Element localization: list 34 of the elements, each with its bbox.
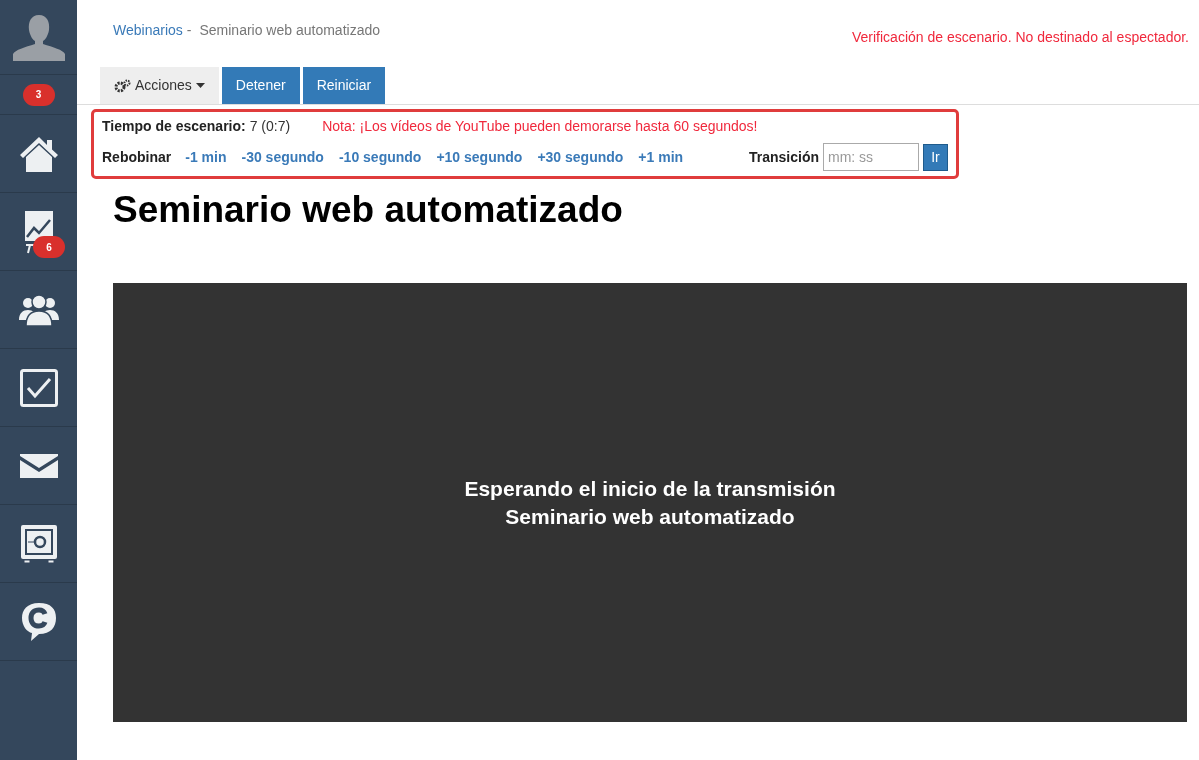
player-message: Esperando el inicio de la transmisión Seminario web automatizado — [464, 475, 836, 530]
users-icon — [18, 293, 59, 326]
rewind-label: Rebobinar — [102, 147, 172, 167]
breadcrumb-separator: - — [186, 20, 192, 40]
actions-dropdown[interactable]: Acciones — [100, 67, 219, 104]
breadcrumb-link[interactable]: Webinarios — [113, 19, 183, 41]
toolbar-button[interactable]: Reiniciar — [302, 67, 386, 104]
transition-label: Transición — [748, 147, 819, 167]
seek-link[interactable]: -30 segundo — [241, 146, 324, 168]
toolbar-button[interactable]: Detener — [221, 67, 300, 104]
checkbox-icon — [19, 368, 58, 407]
count-badge: 3 — [22, 83, 55, 106]
time-input[interactable]: mm: ss — [823, 143, 919, 171]
time-value: 7 (0:7) — [249, 117, 291, 136]
mail-icon — [19, 453, 58, 478]
count-badge: 6 — [33, 236, 65, 258]
avatar-icon — [12, 13, 65, 61]
caret-icon — [195, 83, 205, 88]
seek-link[interactable]: +10 segundo — [436, 146, 523, 168]
warning-text: Verificación de escenario. No destinado al espectador. — [852, 28, 1189, 47]
seek-link[interactable]: +1 min — [638, 146, 684, 168]
note-text: Nota: ¡Los vídeos de YouTube pueden demorarse hasta 60 segundos! — [322, 117, 758, 136]
seek-link[interactable]: -1 min — [185, 146, 227, 168]
sidebar-item[interactable]: 6 — [0, 193, 77, 271]
seek-link[interactable]: -10 segundo — [338, 146, 422, 168]
page-title: Seminario web automatizado — [113, 188, 624, 232]
breadcrumb-current: Seminario web automatizado — [199, 20, 380, 40]
seek-link[interactable]: +30 segundo — [537, 146, 624, 168]
gears-icon — [114, 78, 131, 93]
go-button[interactable]: Ir — [923, 143, 948, 171]
chat-icon — [20, 601, 57, 642]
safe-icon — [19, 523, 58, 564]
time-label: Tiempo de escenario: — [102, 117, 246, 136]
home-icon — [18, 134, 59, 173]
